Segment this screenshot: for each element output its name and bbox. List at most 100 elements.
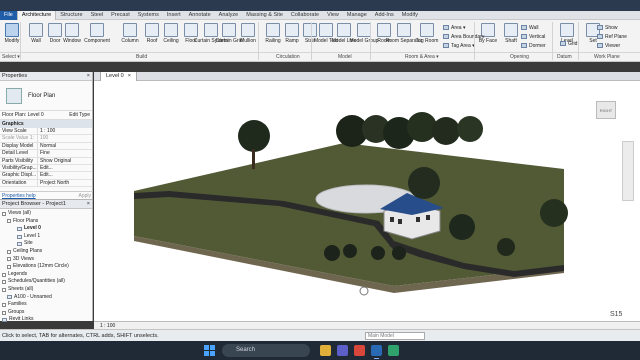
expand-icon[interactable] (2, 280, 6, 285)
mullion-tool[interactable]: Mullion (237, 23, 259, 44)
browser-node[interactable]: Site (0, 240, 92, 248)
tab-manage[interactable]: Manage (343, 11, 371, 20)
panel-label[interactable]: Room & Area ▾ (405, 54, 439, 60)
viewer-tool[interactable]: Viewer (597, 42, 620, 49)
browser-node[interactable]: Legends (0, 271, 92, 279)
expand-icon[interactable] (2, 272, 6, 277)
tag-area-tool[interactable]: Tag Area ▾ (443, 42, 475, 49)
group-graphics[interactable]: Graphics (0, 120, 92, 128)
tab-collaborate[interactable]: Collaborate (287, 11, 323, 20)
expand-icon[interactable] (7, 219, 11, 224)
show-workplane-tool[interactable]: Show (597, 24, 618, 31)
expand-icon[interactable] (2, 287, 6, 292)
browser-node[interactable]: Elevations (12mm Circle) (0, 263, 92, 271)
tab-view[interactable]: View (323, 11, 343, 20)
browser-node[interactable]: 3D Views (0, 256, 92, 264)
panel-label[interactable]: Select ▾ (2, 54, 20, 60)
expand-icon[interactable] (7, 264, 11, 269)
properties-help-link[interactable]: Properties help (2, 192, 36, 199)
property-value[interactable]: Project North (38, 180, 92, 186)
browser-node[interactable]: Ceiling Plans (0, 248, 92, 256)
tool-label: Railing (265, 38, 281, 44)
expand-icon[interactable] (2, 310, 6, 315)
property-key: Orientation (0, 179, 38, 187)
property-value[interactable]: Show Original (38, 158, 92, 164)
property-value[interactable]: Edit... (38, 172, 92, 178)
tab-analyze[interactable]: Analyze (215, 11, 243, 20)
column-icon (123, 23, 137, 37)
shaft-tool[interactable]: Shaft (500, 23, 522, 44)
browser-node[interactable]: Sheets (all) (0, 286, 92, 294)
tab-file[interactable]: File (0, 10, 17, 20)
edit-type-button[interactable]: Edit Type (69, 112, 90, 118)
panel-label[interactable]: Build (136, 54, 147, 60)
property-value[interactable]: Normal (38, 143, 92, 149)
apply-button[interactable]: Apply (78, 192, 91, 199)
chrome-icon[interactable] (354, 345, 365, 356)
panel-label[interactable]: Datum (557, 54, 572, 60)
column-tool[interactable]: Column (119, 23, 141, 44)
panel-label[interactable]: Opening (510, 54, 529, 60)
instance-filter-select[interactable]: Floor Plan: Level 0 (2, 112, 44, 118)
dormer-tool[interactable]: Dormer (521, 42, 546, 49)
windows-start-icon[interactable] (204, 345, 215, 356)
area-boundary-tool[interactable]: Area Boundary (443, 33, 484, 40)
close-icon[interactable]: × (87, 72, 92, 80)
ceiling-tool[interactable]: Ceiling (160, 23, 182, 44)
tab-systems[interactable]: Systems (134, 11, 163, 20)
tab-architecture[interactable]: Architecture (16, 10, 57, 20)
property-key: Display Model (0, 142, 38, 150)
tab-level-0[interactable]: Level 0 × (100, 72, 137, 81)
property-value[interactable]: Fine (38, 150, 92, 156)
browser-node[interactable]: Families (0, 301, 92, 309)
taskbar-search-input[interactable]: Search (222, 344, 310, 357)
drawing-area[interactable]: RIGHT S15 (94, 81, 640, 321)
tab-structure[interactable]: Structure (56, 11, 86, 20)
model-group-tool[interactable]: Model Group (350, 23, 378, 44)
browser-node[interactable]: Schedules/Quantities (all) (0, 278, 92, 286)
browser-node[interactable]: Views (all) (0, 210, 92, 218)
wall-opening-tool[interactable]: Wall (521, 24, 539, 31)
viewcube-face-label: RIGHT (599, 108, 613, 113)
tag-room-tool[interactable]: Tag Room (416, 23, 438, 44)
file-explorer-icon[interactable] (320, 345, 331, 356)
tab-massing-site[interactable]: Massing & Site (242, 11, 287, 20)
close-icon[interactable]: × (128, 72, 131, 81)
expand-icon[interactable] (7, 257, 11, 262)
panel-label[interactable]: Circulation (276, 54, 300, 60)
tab-modify[interactable]: Modify (398, 11, 422, 20)
property-value[interactable]: 1 : 100 (38, 128, 92, 134)
panel-label[interactable]: Work Plane (594, 54, 620, 60)
tab-insert[interactable]: Insert (163, 11, 185, 20)
browser-node[interactable]: Level 1 (0, 233, 92, 241)
type-selector[interactable]: Floor Plan (0, 81, 92, 111)
property-value[interactable]: Edit... (38, 165, 92, 171)
ref-plane-tool[interactable]: Ref Plane (597, 33, 627, 40)
revit-icon[interactable] (371, 345, 382, 359)
tool-label: Modify (4, 38, 20, 44)
tab-annotate[interactable]: Annotate (185, 11, 215, 20)
expand-icon[interactable] (7, 249, 11, 254)
tab-add-ins[interactable]: Add-Ins (371, 11, 398, 20)
tab-precast[interactable]: Precast (107, 11, 134, 20)
window-tool[interactable]: Window (61, 23, 83, 44)
browser-node[interactable]: Level 0 (0, 225, 92, 233)
component-tool[interactable]: Component (84, 23, 110, 44)
expand-icon[interactable] (2, 302, 6, 307)
close-icon[interactable]: × (87, 200, 92, 208)
teams-icon[interactable] (337, 345, 348, 356)
browser-node[interactable]: Floor Plans (0, 218, 92, 226)
panel-label[interactable]: Model (338, 54, 352, 60)
area-tool[interactable]: Area ▾ (443, 24, 465, 31)
edge-icon[interactable] (388, 345, 399, 356)
vertical-opening-tool[interactable]: Vertical (521, 33, 545, 40)
tab-steel[interactable]: Steel (87, 11, 108, 20)
room-separator-tool[interactable]: Room Separator (386, 23, 422, 44)
browser-node[interactable]: A100 - Unnamed (0, 294, 92, 302)
browser-node[interactable]: Revit Links (0, 316, 92, 324)
active-model-select[interactable]: Main Model (365, 332, 425, 340)
expand-icon[interactable] (2, 211, 6, 216)
viewcube[interactable]: RIGHT (596, 101, 616, 119)
grid-tool[interactable]: Grid (560, 40, 577, 47)
browser-node[interactable]: Groups (0, 309, 92, 317)
